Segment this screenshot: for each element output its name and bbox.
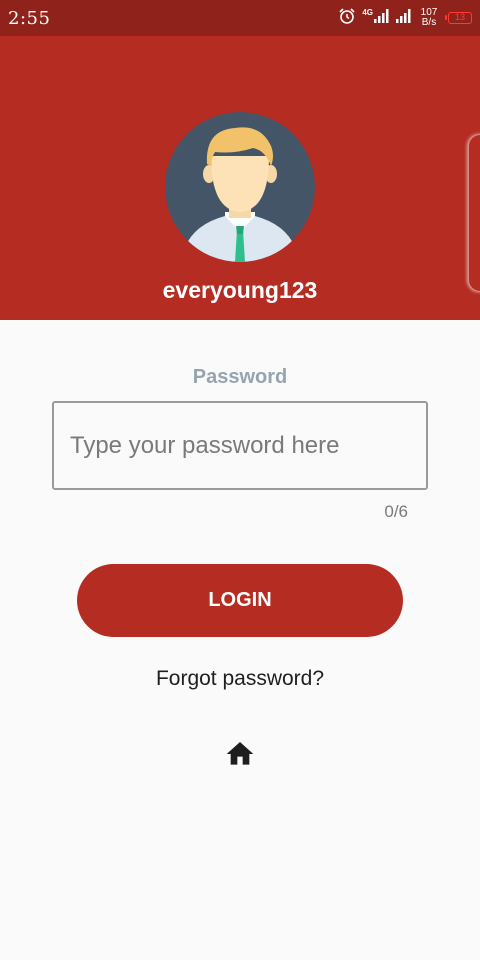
- login-button[interactable]: LOGIN: [77, 564, 403, 637]
- status-bar: 2:55 4G 107 B/s 13: [0, 0, 480, 36]
- status-icons: 4G 107 B/s 13: [338, 6, 472, 30]
- network-type-label: 4G: [362, 7, 373, 17]
- forgot-password-link[interactable]: Forgot password?: [0, 667, 480, 691]
- login-screen: 2:55 4G 107 B/s 13 everyoung123 Password…: [0, 0, 480, 960]
- avatar[interactable]: [165, 112, 315, 262]
- home-icon[interactable]: [224, 738, 256, 770]
- network-speed: 107 B/s: [418, 8, 440, 28]
- signal-icon: [396, 8, 412, 28]
- signal-icon: [374, 8, 390, 28]
- char-counter: 0/6: [384, 502, 408, 521]
- network-speed-unit: B/s: [421, 17, 437, 28]
- status-time: 2:55: [8, 8, 51, 29]
- username-label: everyoung123: [162, 277, 318, 303]
- battery-level: 13: [454, 12, 465, 22]
- user-avatar-icon: [165, 112, 315, 262]
- alarm-icon: [338, 7, 356, 30]
- edge-panel-handle[interactable]: [468, 134, 480, 292]
- profile-header: everyoung123: [0, 36, 480, 320]
- battery-icon: 13: [445, 12, 472, 24]
- password-input[interactable]: [52, 401, 428, 490]
- password-label: Password: [192, 366, 288, 388]
